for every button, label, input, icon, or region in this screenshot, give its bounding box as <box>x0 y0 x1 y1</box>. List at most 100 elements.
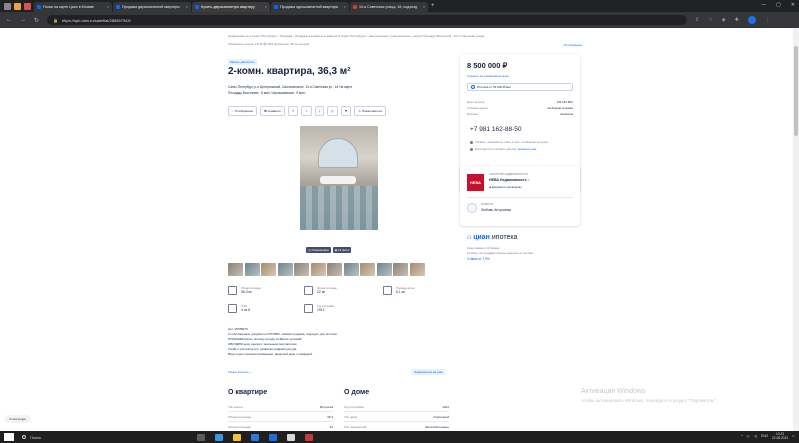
cian-mortgage-logo[interactable]: ⌂ циан ипотека <box>467 234 517 241</box>
taskbar-search[interactable]: Поиск <box>22 433 102 442</box>
cian-favicon-icon <box>274 5 278 9</box>
edge-icon[interactable] <box>215 433 223 441</box>
profile-avatar[interactable] <box>747 16 756 24</box>
flag-button[interactable]: ⚑ <box>340 106 352 116</box>
url-input[interactable]: 🔒 https://spb.cian.ru/sale/flat/28555794… <box>47 15 688 25</box>
cian-rate[interactable]: Ставка от 7,9% <box>467 257 490 261</box>
search-icon <box>22 435 26 439</box>
photo-thumbnails <box>228 263 425 276</box>
main-photo[interactable] <box>300 126 378 230</box>
language-indicator[interactable]: ENG <box>761 434 768 438</box>
thumbnail[interactable] <box>228 263 243 276</box>
close-tab-icon[interactable]: × <box>265 5 267 9</box>
building-icon <box>304 304 313 313</box>
chrome-icon[interactable] <box>287 433 295 441</box>
download-button[interactable]: ⤓ <box>314 106 325 116</box>
back-icon[interactable]: ← <box>6 17 12 23</box>
tab-4[interactable]: Продажа однокомнатной квартиры × <box>271 2 349 12</box>
thumbnail[interactable] <box>277 263 293 276</box>
thumbnail[interactable] <box>360 263 375 276</box>
maps-favicon-icon <box>353 5 357 9</box>
agency-logo[interactable]: НЕВА <box>467 174 484 191</box>
window-menu-icon[interactable] <box>4 2 11 10</box>
thumbnail[interactable] <box>310 263 326 276</box>
print-button[interactable]: ⎙ <box>327 106 338 116</box>
mortgage-button[interactable]: Ипотека от 54 000 ₽/мес <box>467 83 573 91</box>
close-tab-icon[interactable]: × <box>344 5 346 9</box>
volume-icon[interactable]: ◁) <box>754 434 758 438</box>
close-window-icon[interactable]: ✕ <box>791 2 795 8</box>
minimize-icon[interactable]: — <box>761 2 766 8</box>
menu-icon[interactable]: ⋮ <box>765 17 770 23</box>
favorite-link[interactable]: ♡ В избранное <box>561 43 582 47</box>
agency-name[interactable]: НЕВА Недвижимость ● <box>489 178 530 182</box>
extension-icon[interactable] <box>24 2 31 10</box>
living-area-icon <box>304 286 313 295</box>
thumbnail[interactable] <box>393 263 408 276</box>
complaint-note: Если захотите оставить жалобу, напишите н… <box>470 147 536 151</box>
puzzle-icon[interactable]: ✚ <box>735 17 739 23</box>
word-icon[interactable] <box>269 433 277 441</box>
close-tab-icon[interactable]: × <box>107 5 109 9</box>
new-tab-button[interactable]: + <box>431 3 435 9</box>
photo-sink <box>320 176 356 184</box>
subscribe-house-button[interactable]: Подписаться на дом <box>411 369 446 375</box>
chevron-up-icon[interactable]: ^ <box>741 434 743 438</box>
close-tab-icon[interactable]: × <box>423 5 425 9</box>
forward-icon[interactable]: → <box>20 17 26 23</box>
share-button[interactable]: ⇪ <box>287 106 299 116</box>
maximize-icon[interactable]: ▢ <box>776 2 781 8</box>
show-more-link[interactable]: Узнать больше ⌄ <box>228 370 252 374</box>
tab-3-active[interactable]: Купить двухкомнатную квартиру × <box>192 2 270 12</box>
kitchen-icon <box>383 286 392 295</box>
photo-mirror <box>318 138 358 168</box>
clock[interactable]: 13:23 22.08.2023 <box>772 432 788 440</box>
price-detail-row: Ипотека возможна <box>467 112 573 116</box>
report-button[interactable]: ⚠ Пожаловаться <box>354 106 386 116</box>
extension-icon[interactable]: ◈ <box>722 17 726 23</box>
mail-icon[interactable] <box>251 433 259 441</box>
explorer-icon[interactable] <box>233 433 241 441</box>
price-detail-row: Цена за метр 234 160 ₽/м² <box>467 100 573 104</box>
taskbar-apps <box>197 433 313 441</box>
tab-1[interactable]: Поиск на карте Циан в Москве × <box>34 2 112 12</box>
yandex-icon[interactable] <box>305 433 313 441</box>
agent-name[interactable]: Любовь Антропова <box>481 208 511 212</box>
spec-kitchen-area: Площадь кухни 6,1 м² <box>383 286 415 295</box>
chat-icon <box>470 140 473 144</box>
contact-note: Читайте, пожалуйста, ответ в чате, сообщ… <box>470 140 548 144</box>
thumbnail[interactable] <box>327 263 342 276</box>
apartment-row: Общая площадь 36,3 <box>228 415 333 422</box>
thumbnail[interactable] <box>376 263 392 276</box>
folder-icon[interactable] <box>14 2 21 10</box>
address-line[interactable]: Санкт-Петербург, р-н Центральный, Смольн… <box>228 85 352 89</box>
thumbnail[interactable] <box>294 263 309 276</box>
compare-button[interactable]: ⇆ Сравнить <box>260 106 285 116</box>
phone-number[interactable]: +7 981 162-88-50 <box>470 126 522 133</box>
tab-2[interactable]: Продажа двухкомнатной квартиры × <box>113 2 191 12</box>
thumbnail[interactable] <box>343 263 359 276</box>
reload-icon[interactable]: ↻ <box>34 17 39 24</box>
thumbnail[interactable] <box>409 263 425 276</box>
share-icon[interactable]: ⇪ <box>695 17 699 23</box>
page-scrollbar[interactable] <box>793 28 799 431</box>
tab-5[interactable]: 10-я Советская улица, 18, подъезд × <box>350 2 428 12</box>
thumbnail[interactable] <box>261 263 276 276</box>
thumbnail[interactable] <box>244 263 260 276</box>
windows-start-icon[interactable] <box>4 433 14 441</box>
apartment-section-title: О квартире <box>228 389 268 396</box>
favorite-button[interactable]: ♡ В избранное <box>228 106 258 116</box>
notification-icon[interactable]: ▭ <box>792 434 795 438</box>
task-view-icon[interactable] <box>197 433 205 441</box>
floorplan-button[interactable]: ◫ Планировка <box>306 247 331 253</box>
price-track-link[interactable]: Следить за изменением цены <box>467 74 509 78</box>
scrollbar-thumb[interactable] <box>794 46 798 136</box>
check-button[interactable]: ✓ <box>301 106 312 116</box>
breadcrumb[interactable]: Недвижимость в Санкт-Петербурге › Продаж… <box>228 34 484 38</box>
close-tab-icon[interactable]: × <box>186 5 188 9</box>
star-icon[interactable]: ☆ <box>708 17 712 23</box>
price-detail-row: Условия сделки свободная продажа <box>467 106 573 110</box>
photo-count-button[interactable]: ◉ 12 фото <box>332 247 352 253</box>
network-icon[interactable]: ◫ <box>747 434 750 438</box>
agent-avatar <box>467 203 477 213</box>
